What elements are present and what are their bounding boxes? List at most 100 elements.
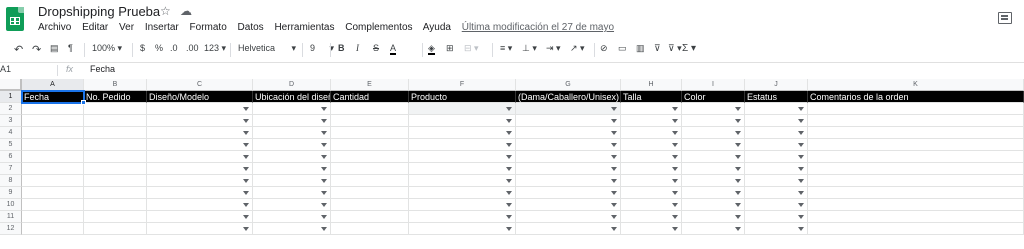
cell-e2[interactable]: [331, 103, 409, 115]
cell-g7[interactable]: [516, 163, 621, 175]
cell-g11[interactable]: [516, 211, 621, 223]
dropdown-arrow-icon[interactable]: [506, 203, 512, 207]
cell-h7[interactable]: [621, 163, 682, 175]
dropdown-arrow-icon[interactable]: [506, 167, 512, 171]
dropdown-arrow-icon[interactable]: [611, 119, 617, 123]
percent-button[interactable]: %: [155, 43, 163, 53]
more-formats-select[interactable]: 123 ▾: [204, 43, 226, 54]
cell-k6[interactable]: [808, 151, 1024, 163]
cell-f11[interactable]: [409, 211, 516, 223]
cell-c6[interactable]: [147, 151, 253, 163]
column-header-a[interactable]: A: [22, 79, 84, 91]
dropdown-arrow-icon[interactable]: [506, 215, 512, 219]
cell-c5[interactable]: [147, 139, 253, 151]
dropdown-arrow-icon[interactable]: [611, 167, 617, 171]
header-cell-d[interactable]: Ubicación del diseño: [253, 91, 331, 103]
row-header-4[interactable]: 4: [0, 127, 22, 139]
cell-j7[interactable]: [745, 163, 808, 175]
cell-h6[interactable]: [621, 151, 682, 163]
dropdown-arrow-icon[interactable]: [735, 155, 741, 159]
dropdown-arrow-icon[interactable]: [243, 215, 249, 219]
cell-i8[interactable]: [682, 175, 745, 187]
dropdown-arrow-icon[interactable]: [611, 227, 617, 231]
column-header-g[interactable]: G: [516, 79, 621, 91]
cell-k10[interactable]: [808, 199, 1024, 211]
dropdown-arrow-icon[interactable]: [735, 143, 741, 147]
dropdown-arrow-icon[interactable]: [321, 155, 327, 159]
dropdown-arrow-icon[interactable]: [672, 119, 678, 123]
cell-e4[interactable]: [331, 127, 409, 139]
cell-d6[interactable]: [253, 151, 331, 163]
cell-d11[interactable]: [253, 211, 331, 223]
dropdown-arrow-icon[interactable]: [611, 179, 617, 183]
cell-a8[interactable]: [22, 175, 84, 187]
cell-d2[interactable]: [253, 103, 331, 115]
cell-g2[interactable]: [516, 103, 621, 115]
cell-e10[interactable]: [331, 199, 409, 211]
cell-a12[interactable]: [22, 223, 84, 235]
dropdown-arrow-icon[interactable]: [672, 203, 678, 207]
dropdown-arrow-icon[interactable]: [735, 215, 741, 219]
cell-a4[interactable]: [22, 127, 84, 139]
cell-g8[interactable]: [516, 175, 621, 187]
dropdown-arrow-icon[interactable]: [321, 191, 327, 195]
zoom-select[interactable]: 100% ▾: [92, 43, 122, 54]
dropdown-arrow-icon[interactable]: [798, 107, 804, 111]
cell-j4[interactable]: [745, 127, 808, 139]
cell-a11[interactable]: [22, 211, 84, 223]
cell-k3[interactable]: [808, 115, 1024, 127]
column-header-h[interactable]: H: [621, 79, 682, 91]
decrease-decimals-button[interactable]: .0: [170, 43, 178, 53]
menu-archivo[interactable]: Archivo: [38, 22, 71, 33]
cell-d12[interactable]: [253, 223, 331, 235]
cell-h12[interactable]: [621, 223, 682, 235]
cell-f7[interactable]: [409, 163, 516, 175]
header-cell-b[interactable]: No. Pedido: [84, 91, 147, 103]
header-cell-f[interactable]: Producto: [409, 91, 516, 103]
dropdown-arrow-icon[interactable]: [798, 203, 804, 207]
dropdown-arrow-icon[interactable]: [798, 215, 804, 219]
dropdown-arrow-icon[interactable]: [506, 107, 512, 111]
dropdown-arrow-icon[interactable]: [243, 119, 249, 123]
text-wrap-icon[interactable]: ⇥ ▾: [546, 43, 561, 54]
cell-e9[interactable]: [331, 187, 409, 199]
cell-c10[interactable]: [147, 199, 253, 211]
cell-g4[interactable]: [516, 127, 621, 139]
dropdown-arrow-icon[interactable]: [798, 119, 804, 123]
dropdown-arrow-icon[interactable]: [243, 143, 249, 147]
row-header-11[interactable]: 11: [0, 211, 22, 223]
cell-k9[interactable]: [808, 187, 1024, 199]
dropdown-arrow-icon[interactable]: [321, 215, 327, 219]
cell-b12[interactable]: [84, 223, 147, 235]
cell-a9[interactable]: [22, 187, 84, 199]
cell-d5[interactable]: [253, 139, 331, 151]
cell-c2[interactable]: [147, 103, 253, 115]
header-cell-h[interactable]: Talla: [621, 91, 682, 103]
dropdown-arrow-icon[interactable]: [611, 215, 617, 219]
cell-k4[interactable]: [808, 127, 1024, 139]
cell-b7[interactable]: [84, 163, 147, 175]
text-color-button[interactable]: A: [390, 43, 397, 55]
header-cell-c[interactable]: Diseño/Modelo: [147, 91, 253, 103]
sheets-logo-icon[interactable]: [6, 7, 24, 31]
menu-datos[interactable]: Datos: [238, 22, 264, 33]
cell-k2[interactable]: [808, 103, 1024, 115]
dropdown-arrow-icon[interactable]: [611, 143, 617, 147]
dropdown-arrow-icon[interactable]: [243, 179, 249, 183]
cell-j11[interactable]: [745, 211, 808, 223]
dropdown-arrow-icon[interactable]: [798, 155, 804, 159]
fill-color-icon[interactable]: ◈: [428, 43, 435, 55]
horizontal-align-icon[interactable]: ≡ ▾: [500, 43, 512, 54]
dropdown-arrow-icon[interactable]: [672, 155, 678, 159]
cell-i11[interactable]: [682, 211, 745, 223]
functions-icon[interactable]: Σ ▾: [682, 43, 696, 54]
dropdown-arrow-icon[interactable]: [611, 107, 617, 111]
dropdown-arrow-icon[interactable]: [672, 179, 678, 183]
dropdown-arrow-icon[interactable]: [798, 131, 804, 135]
redo-icon[interactable]: ↷: [32, 43, 41, 56]
cell-e3[interactable]: [331, 115, 409, 127]
cell-f4[interactable]: [409, 127, 516, 139]
menu-editar[interactable]: Editar: [82, 22, 108, 33]
cell-f9[interactable]: [409, 187, 516, 199]
dropdown-arrow-icon[interactable]: [506, 179, 512, 183]
